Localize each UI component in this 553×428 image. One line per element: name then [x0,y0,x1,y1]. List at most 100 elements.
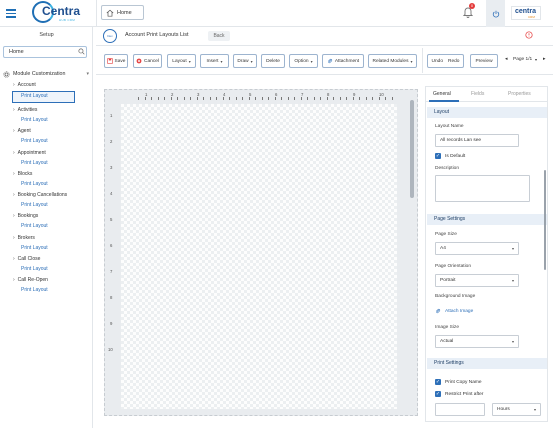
app-logo[interactable]: Centra HUB CRM [32,1,92,25]
option-dropdown[interactable]: Option ▾ [289,54,318,68]
canvas-scrollbar[interactable] [410,100,414,198]
sidebar-item-blocks[interactable]: › Blocks [13,171,32,177]
sidebar-subitem-print-layout[interactable]: Print Layout [21,266,48,272]
horizontal-ruler: 1 2 3 4 5 6 7 8 9 10 [115,92,399,100]
tab-general[interactable]: General [433,91,451,97]
chevron-right-icon: › [13,170,15,177]
sidebar-subitem-print-layout-active[interactable]: Print Layout [12,91,75,103]
ruler-tick-label: 10 [379,92,384,97]
search-icon[interactable] [78,48,85,55]
save-button[interactable]: Save [104,54,128,68]
sidebar-search-input[interactable] [3,46,87,58]
sidebar-module-list: › Account Print Layout › Activities Print … [0,82,93,299]
module-customization-item[interactable]: Module Customization ▾ [3,69,91,79]
ruler-tick [346,97,347,100]
image-size-select[interactable]: Actual ▾ [435,335,519,348]
panel-scrollbar[interactable] [544,170,546,270]
ruler-tick-label: 5 [249,92,252,97]
restrict-print-checkbox[interactable]: ✓ Restrict Print after [435,391,483,397]
ruler-tick-label: 10 [108,347,113,352]
home-button[interactable]: Home [101,5,144,20]
module-avatar: Dev [103,29,117,43]
home-icon [106,9,114,17]
sidebar-item-bookings[interactable]: › Bookings [13,213,38,219]
insert-dropdown[interactable]: Insert ▾ [200,54,229,68]
tab-properties[interactable]: Properties [508,91,531,97]
hours-select[interactable]: Hours ▾ [492,403,541,416]
ruler-tick [216,97,217,100]
chevron-right-icon: › [13,277,15,284]
gear-icon [3,70,10,78]
draw-dropdown[interactable]: Draw ▾ [233,54,257,68]
attachment-button[interactable]: Attachment [322,54,364,68]
undo-redo-group: Undo Redo [427,54,464,68]
preview-button[interactable]: Preview [470,54,498,68]
tab-fields[interactable]: Fields [471,91,484,97]
description-textarea[interactable] [435,175,530,202]
is-default-checkbox[interactable]: ✓ Is Default [435,153,465,159]
home-label: Home [117,9,132,16]
sidebar-subitem-print-layout[interactable]: Print Layout [21,181,48,187]
ruler-tick [333,97,334,100]
attach-image-link[interactable]: Attach Image [435,308,473,314]
sidebar-subitem-print-layout[interactable]: Print Layout [21,287,48,293]
chevron-down-icon[interactable]: ▾ [535,57,537,62]
layout-name-input[interactable]: All records Lan see [435,134,519,147]
layout-dropdown[interactable]: Layout ▾ [167,54,196,68]
restrict-print-value-input[interactable] [435,403,485,416]
ruler-tick [391,97,393,100]
sidebar-subitem-print-layout[interactable]: Print Layout [21,138,48,144]
top-bar: Centra HUB CRM Home 0 centra CRM [0,0,553,27]
hours-value: Hours [497,407,510,412]
page-size-select[interactable]: A4 ▾ [435,242,519,255]
sidebar-subitem-print-layout[interactable]: Print Layout [21,202,48,208]
cancel-icon [136,58,142,64]
ruler-tick [183,97,185,100]
sidebar-subitem-print-layout[interactable]: Print Layout [21,117,48,123]
prev-page-icon[interactable]: ◂ [505,57,507,62]
sidebar-item-activities[interactable]: › Activities [13,107,37,113]
chevron-down-icon: ▾ [310,58,313,64]
image-size-value: Actual [440,339,454,344]
page-orientation-select[interactable]: Portrait ▾ [435,274,519,287]
hamburger-menu-icon[interactable] [0,0,22,27]
option-label: Option [294,58,309,64]
ruler-tick [157,97,159,100]
sidebar-subitem-print-layout[interactable]: Print Layout [21,245,48,251]
sidebar-group-agent: › Agent Print Layout [0,128,93,149]
sidebar-item-brokers[interactable]: › Brokers [13,235,35,241]
sidebar-subitem-print-layout[interactable]: Print Layout [21,223,48,229]
info-icon[interactable] [525,31,533,39]
ruler-tick [385,97,386,100]
sidebar-item-call-re-open[interactable]: › Call Re-Open [13,277,48,283]
related-modules-dropdown[interactable]: Related Modules ▾ [368,54,417,68]
sidebar-group-activities: › Activities Print Layout [0,107,93,128]
sidebar-item-account[interactable]: › Account [13,82,36,88]
print-copy-name-checkbox[interactable]: ✓ Print Copy Name [435,379,482,385]
cancel-button[interactable]: Cancel [133,54,162,68]
sidebar-group-call-re-open: › Call Re-Open Print Layout [0,277,93,298]
sidebar-group-blocks: › Blocks Print Layout [0,171,93,192]
sidebar-item-agent[interactable]: › Agent [13,128,31,134]
sidebar-item-label: Agent [17,128,31,135]
sidebar-item-booking-cancellations[interactable]: › Booking Cancellations [13,192,67,198]
next-page-icon[interactable]: ▸ [543,57,545,62]
sidebar-item-label: Call Re-Open [17,277,48,284]
page-title: Account Print Layouts List [125,32,189,38]
ruler-tick-label: 8 [327,92,330,97]
ruler-tick-label: 6 [275,92,278,97]
layout-label: Layout [172,58,187,64]
delete-button[interactable]: Delete [261,54,285,68]
back-button[interactable]: Back [208,31,230,41]
ruler-tick [190,97,191,100]
page-header: Dev Account Print Layouts List Back [96,27,553,46]
ruler-tick [170,97,172,100]
sidebar-subitem-print-layout[interactable]: Print Layout [21,160,48,166]
layout-page[interactable] [121,104,397,409]
sidebar-item-call-close[interactable]: › Call Close [13,256,40,262]
power-button[interactable] [486,0,505,27]
sidebar-item-appointment[interactable]: › Appointment [13,150,46,156]
undo-button[interactable]: Undo [432,59,443,64]
ruler-tick [365,97,367,100]
redo-button[interactable]: Redo [448,59,459,64]
